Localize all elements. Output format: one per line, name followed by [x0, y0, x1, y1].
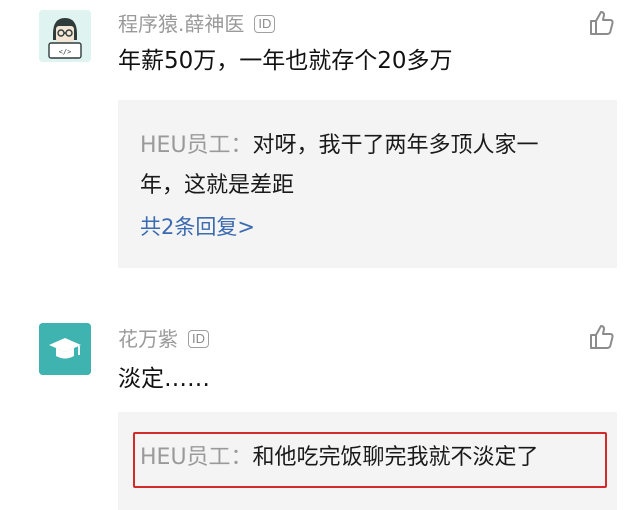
username-text[interactable]: 花万紫	[118, 327, 178, 351]
id-badge: ID	[188, 330, 209, 348]
thumbs-up-icon[interactable]	[587, 322, 617, 352]
highlight-annotation-box	[133, 432, 607, 488]
graduation-cap-icon	[39, 323, 91, 375]
comment-item: 花万紫 ID 淡定…… HEU员工：和他吃完饭聊完我就不淡定了	[0, 0, 641, 510]
user-avatar[interactable]	[39, 323, 91, 375]
comment-text: 淡定……	[118, 366, 210, 392]
username[interactable]: 花万紫 ID	[118, 326, 209, 352]
